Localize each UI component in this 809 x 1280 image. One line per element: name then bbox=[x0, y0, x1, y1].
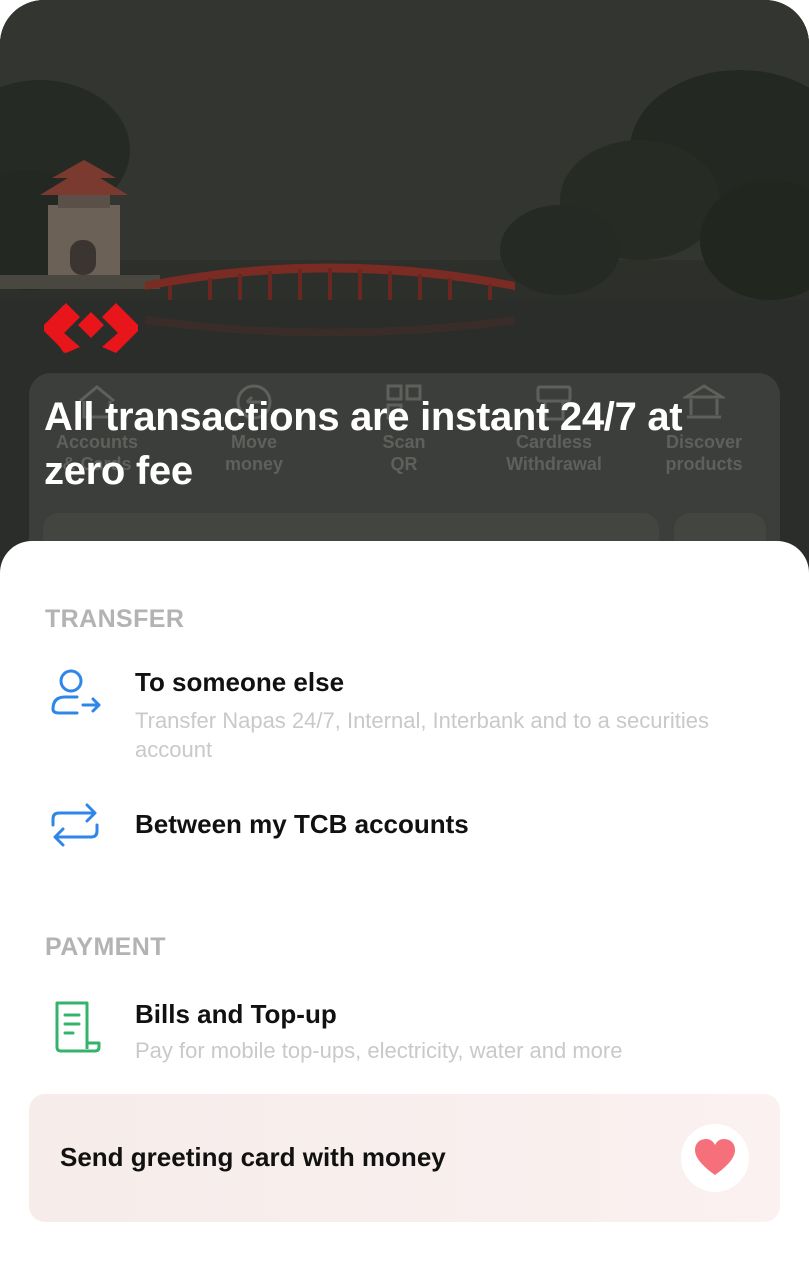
menu-item-to-someone-else[interactable]: To someone else Transfer Napas 24/7, Int… bbox=[0, 661, 809, 771]
section-title-payment: PAYMENT bbox=[45, 933, 166, 961]
menu-item-title: Between my TCB accounts bbox=[135, 809, 469, 839]
send-greeting-card-button[interactable]: Send greeting card with money bbox=[29, 1094, 780, 1222]
swap-arrows-icon bbox=[51, 803, 99, 847]
menu-item-title: Bills and Top-up bbox=[135, 999, 337, 1029]
section-title-transfer: TRANSFER bbox=[45, 605, 185, 633]
menu-item-subtitle: Transfer Napas 24/7, Internal, Interbank… bbox=[135, 708, 709, 762]
heart-icon bbox=[695, 1139, 735, 1175]
greeting-card-label: Send greeting card with money bbox=[60, 1142, 446, 1172]
menu-item-bills-top-up[interactable]: Bills and Top-up Pay for mobile top-ups,… bbox=[0, 991, 809, 1081]
menu-item-subtitle: Pay for mobile top-ups, electricity, wat… bbox=[135, 1038, 623, 1063]
techcombank-logo bbox=[44, 303, 138, 353]
user-transfer-icon bbox=[51, 669, 101, 715]
transfer-bottom-sheet: TRANSFER To someone else Transfer Napas … bbox=[0, 541, 809, 1280]
heart-badge bbox=[681, 1124, 749, 1192]
bill-receipt-icon bbox=[55, 1001, 101, 1053]
hero-headline: All transactions are instant 24/7 at zer… bbox=[44, 395, 683, 493]
app-screen: Accounts & Cards Move money Scan QR Card… bbox=[0, 0, 809, 1280]
menu-item-between-my-accounts[interactable]: Between my TCB accounts bbox=[0, 791, 809, 861]
menu-item-title: To someone else bbox=[135, 667, 345, 697]
